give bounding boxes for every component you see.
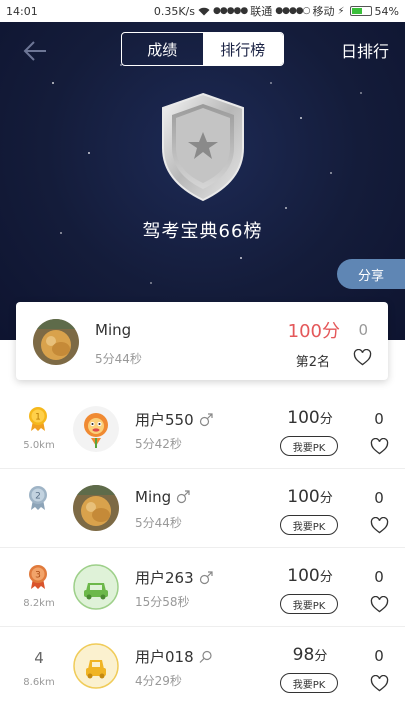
like-count: 0 xyxy=(374,647,384,665)
ranking-list: 1 5.0km 用户550 5分42秒 100分 我要PK 0 2 Ming 5… xyxy=(0,390,405,706)
screen: 14:01 0.35K/s ●●●●● 联通 ●●●●○ 移动 ⚡ 54% 成绩… xyxy=(0,0,405,720)
score-unit: 分 xyxy=(314,649,328,664)
my-result-card: Ming 5分44秒 100分 第2名 0 xyxy=(16,302,388,380)
user-score: 100分 xyxy=(272,566,348,586)
user-name: Ming xyxy=(135,488,190,506)
svg-text:1: 1 xyxy=(35,413,41,423)
avatar[interactable] xyxy=(73,406,119,452)
status-bar: 14:01 0.35K/s ●●●●● 联通 ●●●●○ 移动 ⚡ 54% xyxy=(0,0,405,22)
status-right: 0.35K/s ●●●●● 联通 ●●●●○ 移动 ⚡ 54% xyxy=(154,3,399,19)
score-value: 100 xyxy=(287,566,320,586)
tab-scores[interactable]: 成绩 xyxy=(122,33,203,65)
pk-button[interactable]: 我要PK xyxy=(280,594,338,614)
bronze-medal-icon: 3 xyxy=(29,565,47,589)
signal-strength-icon: ●●●●● xyxy=(212,6,248,16)
user-time: 5分44秒 xyxy=(135,516,182,530)
network-speed: 0.35K/s xyxy=(153,4,195,18)
like-count: 0 xyxy=(374,568,384,586)
my-like-count: 0 xyxy=(358,321,368,339)
male-icon xyxy=(177,490,190,504)
user-score: 100分 xyxy=(272,487,348,507)
heart-icon[interactable] xyxy=(370,438,389,455)
car-avatar-icon[interactable] xyxy=(73,564,119,610)
distance: 5.0km xyxy=(23,440,55,451)
heart-icon[interactable] xyxy=(370,517,389,534)
user-name: 用户263 xyxy=(135,567,213,588)
score-unit: 分 xyxy=(319,570,333,585)
signal-strength-icon-2: ●●●●○ xyxy=(275,6,310,16)
like-count: 0 xyxy=(374,489,384,507)
wifi-icon xyxy=(198,7,210,15)
score-unit: 分 xyxy=(319,491,333,506)
heart-icon[interactable] xyxy=(353,349,372,366)
my-score: 100分 xyxy=(287,321,340,342)
score-value: 98 xyxy=(292,645,315,665)
female-icon xyxy=(199,650,212,663)
daily-ranking-button[interactable]: 日排行 xyxy=(341,38,389,62)
user-name: 用户018 xyxy=(135,646,213,667)
rank-number: 4 xyxy=(34,649,44,667)
svg-text:2: 2 xyxy=(35,492,41,502)
back-arrow-icon[interactable] xyxy=(20,36,50,66)
user-time: 15分58秒 xyxy=(135,595,190,609)
user-time: 5分42秒 xyxy=(135,437,182,451)
list-item[interactable]: 1 5.0km 用户550 5分42秒 100分 我要PK 0 xyxy=(0,390,405,469)
silver-medal-icon: 2 xyxy=(29,486,47,510)
car-avatar-icon[interactable] xyxy=(73,643,119,689)
status-time: 14:01 xyxy=(6,4,38,18)
my-name: Ming xyxy=(95,321,132,339)
male-icon xyxy=(199,412,213,426)
male-icon xyxy=(199,570,213,584)
gold-medal-icon: 1 xyxy=(29,407,47,431)
score-value: 100 xyxy=(287,408,320,428)
list-item[interactable]: 2 Ming 5分44秒 100分 我要PK 0 xyxy=(0,469,405,548)
score-value: 100 xyxy=(287,487,320,507)
tab-leaderboard[interactable]: 排行榜 xyxy=(202,33,283,65)
heart-icon[interactable] xyxy=(370,675,389,692)
pk-button[interactable]: 我要PK xyxy=(280,673,338,693)
heart-icon[interactable] xyxy=(370,596,389,613)
user-name-text: 用户018 xyxy=(135,648,194,666)
carrier-1: 联通 xyxy=(250,5,273,18)
svg-text:3: 3 xyxy=(35,571,41,581)
user-time: 4分29秒 xyxy=(135,674,182,688)
distance: 8.2km xyxy=(23,598,55,609)
like-count: 0 xyxy=(374,410,384,428)
pk-button[interactable]: 我要PK xyxy=(280,436,338,456)
pk-button[interactable]: 我要PK xyxy=(280,515,338,535)
user-name-text: 用户550 xyxy=(135,411,194,429)
tab-switcher: 成绩 排行榜 xyxy=(121,32,284,66)
avatar[interactable] xyxy=(73,485,119,531)
charging-icon: ⚡ xyxy=(337,5,345,17)
battery-icon xyxy=(349,6,372,16)
my-rank: 第2名 xyxy=(295,355,330,370)
leaderboard-title: 驾考宝典66榜 xyxy=(142,221,263,242)
user-score: 100分 xyxy=(272,408,348,428)
avatar[interactable] xyxy=(33,319,79,365)
list-item[interactable]: 3 8.2km 用户263 15分58秒 100分 我要PK 0 xyxy=(0,548,405,627)
user-name-text: Ming xyxy=(135,488,172,506)
leaderboard-hero: 成绩 排行榜 日排行 驾考宝典66榜 分享 xyxy=(0,22,405,340)
carrier-2: 移动 xyxy=(312,5,335,18)
user-name: 用户550 xyxy=(135,409,213,430)
my-time: 5分44秒 xyxy=(95,352,142,366)
list-item[interactable]: 4 8.6km 用户018 4分29秒 98分 我要PK 0 xyxy=(0,627,405,706)
user-score: 98分 xyxy=(272,645,348,665)
user-name-text: 用户263 xyxy=(135,569,194,587)
share-button[interactable]: 分享 xyxy=(337,259,405,289)
distance: 8.6km xyxy=(23,677,55,688)
battery-percent: 54% xyxy=(374,4,399,18)
shield-star-icon xyxy=(162,92,244,202)
score-unit: 分 xyxy=(319,412,333,427)
